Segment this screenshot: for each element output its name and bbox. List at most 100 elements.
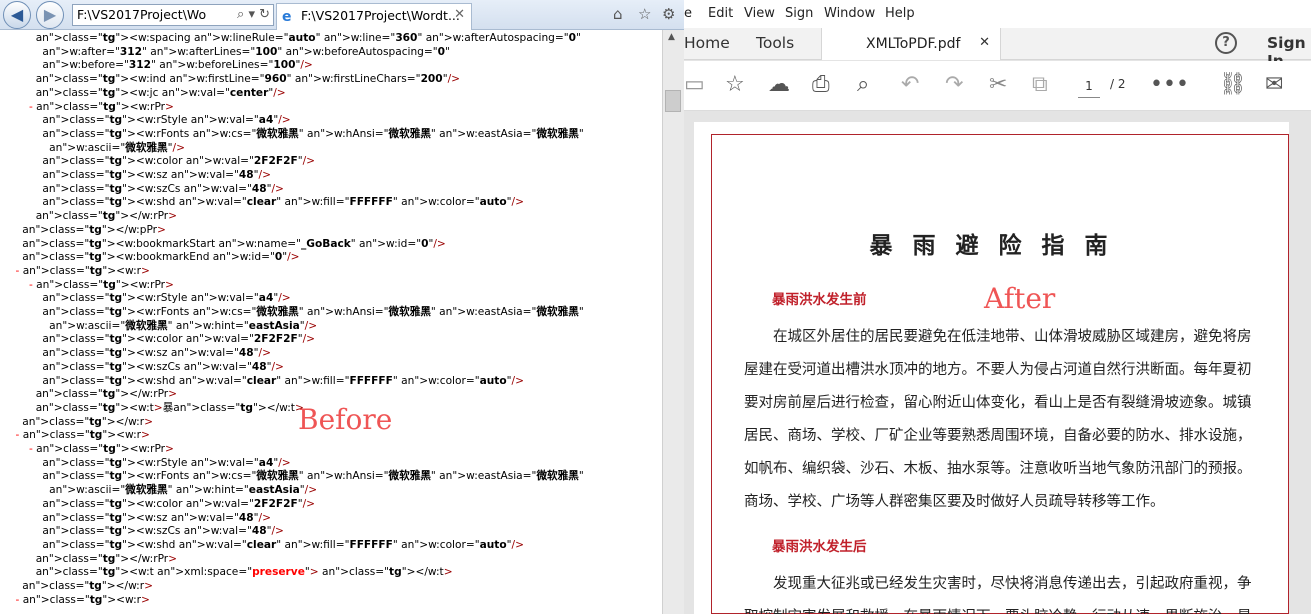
xml-line: an">class="tg"></w:rPr> [35, 388, 178, 401]
print-icon[interactable]: ⎙ [812, 71, 830, 99]
after-annotation: After [984, 282, 1056, 315]
xml-line: - an">class="tg"><w:rPr> [28, 278, 174, 291]
xml-line: an">class="tg"></w:rPr> [35, 210, 178, 223]
close-document-icon[interactable]: ✕ [979, 35, 990, 50]
forward-arrow-icon[interactable]: ▶ [36, 1, 64, 29]
xml-line: - an">class="tg"><w:r> [15, 429, 150, 442]
paragraph-line: 要对房前屋后进行检查，留心附近山体变化，看山上是否有裂缝滑坡迹象。城镇 [744, 395, 1252, 411]
xml-line: an">class="tg"><w:ind an">w:firstLine="9… [35, 73, 461, 86]
paragraph-line: 屋建在受河道出槽洪水顶冲的地方。不要人为侵占河道自然行洪断面。每年夏初 [744, 362, 1252, 378]
paragraph-line: 商场、学校、广场等人群密集区要及时做好人员疏导转移等工作。 [744, 494, 1165, 510]
page-total: / 2 [1110, 77, 1126, 91]
xml-line: - an">class="tg"><w:r> [15, 593, 150, 606]
xml-line: an">class="tg"><w:shd an">w:val="clear" … [42, 374, 524, 387]
address-controls[interactable]: ⌕ ▾ ↻ [237, 7, 270, 22]
xml-line: an">w:ascii="微软雅黑" an">w:hint="eastAsia"… [49, 319, 318, 332]
tab-document[interactable]: XMLToPDF.pdf ✕ [821, 28, 1001, 60]
xml-line: an">class="tg"><w:rFonts an">w:cs="微软雅黑"… [42, 306, 584, 318]
heading-before-flood: 暴雨洪水发生前 [772, 292, 867, 308]
xml-line: an">class="tg"></w:rPr> [35, 552, 178, 565]
xml-line: an">w:ascii="微软雅黑"/> [49, 141, 185, 154]
paragraph-line: 发现重大征兆或已经发生灾害时，尽快将消息传递出去，引起政府重视，争 [744, 576, 1252, 592]
link-icon[interactable]: ⛓ [1219, 71, 1247, 99]
help-icon[interactable]: ? [1215, 32, 1237, 54]
xml-line: - an">class="tg"><w:rPr> [28, 443, 174, 455]
address-text: F:\VS2017Project\Wo [77, 7, 207, 22]
xml-line: an">class="tg"><w:bookmarkStart an">w:na… [22, 237, 446, 250]
xml-line: an">class="tg"><w:rStyle an">w:val="a4"/… [42, 292, 291, 305]
tab-home[interactable]: Home [684, 34, 730, 52]
undo-icon[interactable]: ↶ [901, 71, 919, 99]
xml-line: an">class="tg"><w:jc an">w:val="center"/… [35, 86, 286, 99]
xml-line: an">class="tg"><w:szCs an">w:val="48"/> [42, 525, 284, 538]
bookmark-star-icon[interactable]: ☆ [725, 71, 745, 99]
xml-line: an">w:after="312" an">w:afterLines="100"… [42, 45, 450, 58]
upload-cloud-icon[interactable]: ☁ [768, 71, 790, 99]
paragraph-line: 如帆布、编织袋、沙石、木板、抽水泵等。注意收听当地气象防汛部门的预报。 [744, 461, 1252, 477]
address-bar[interactable]: F:\VS2017Project\Wo ⌕ ▾ ↻ [72, 4, 274, 26]
paragraph-line: 在城区外居住的居民要避免在低洼地带、山体滑坡威胁区域建房，避免将房 [744, 329, 1252, 345]
xml-line: - an">class="tg"><w:r> [15, 264, 150, 277]
menu-item-help[interactable]: Help [885, 6, 915, 21]
copy-icon[interactable]: ⧉ [1032, 71, 1048, 99]
xml-line: an">class="tg"><w:szCs an">w:val="48"/> [42, 360, 284, 373]
document-tab-title: XMLToPDF.pdf [866, 36, 961, 52]
menu-bar: e Edit View Sign Window Help [684, 0, 1311, 28]
ie-toolbar: ◀ ▶ F:\VS2017Project\Wo ⌕ ▾ ↻ e F:\VS201… [0, 0, 684, 30]
xml-line: an">class="tg"><w:rStyle an">w:val="a4"/… [42, 114, 291, 127]
ie-tab-title: F:\VS2017Project\Wordt... [301, 8, 460, 23]
pdf-title: 暴 雨 避 险 指 南 [869, 233, 1114, 259]
xml-line: an">class="tg"><w:shd an">w:val="clear" … [42, 196, 524, 209]
favorites-star-icon[interactable]: ☆ [638, 5, 651, 23]
xml-line: an">w:ascii="微软雅黑" an">w:hint="eastAsia"… [49, 484, 318, 497]
heading-after-flood: 暴雨洪水发生后 [772, 539, 867, 555]
vertical-scrollbar[interactable]: ▲ [662, 30, 684, 614]
paragraph-line: 取控制灾害发展和救援。在暴雨情况下，要头脑冷静，行动从速，果断施治，是 [744, 601, 1264, 614]
redo-icon[interactable]: ↷ [945, 71, 963, 99]
save-icon[interactable]: ▭ [684, 71, 705, 99]
ie-window: ◀ ▶ F:\VS2017Project\Wo ⌕ ▾ ↻ e F:\VS201… [0, 0, 684, 614]
xml-line: an">class="tg"><w:bookmarkEnd an">w:id="… [22, 251, 300, 264]
xml-line: an">class="tg"><w:color an">w:val="2F2F2… [42, 333, 316, 346]
reader-toolbar: ▭ ☆ ☁ ⎙ ⌕ ↶ ↷ ✂ ⧉ 1 / 2 ••• ⛓ ✉ [684, 61, 1311, 111]
tab-bar: Home Tools XMLToPDF.pdf ✕ ? Sign In [684, 28, 1311, 70]
xml-line: an">class="tg"><w:t an">xml:space="prese… [35, 566, 453, 579]
menu-item-view[interactable]: View [744, 6, 775, 21]
more-options-icon[interactable]: ••• [1150, 71, 1189, 99]
ie-logo-icon: e [282, 9, 292, 25]
home-icon[interactable]: ⌂ [613, 5, 623, 23]
zoom-search-icon[interactable]: ⌕ [857, 71, 869, 99]
menu-item-edit[interactable]: Edit [708, 6, 733, 21]
menu-item-sign[interactable]: Sign [785, 6, 813, 21]
xml-line: an">class="tg"><w:sz an">w:val="48"/> [42, 511, 271, 524]
paragraph-line: 居民、商场、学校、厂矿企业等要熟悉周围环境，自备必要的防水、排水设施， [744, 428, 1252, 444]
close-tab-icon[interactable]: ✕ [454, 7, 465, 22]
xml-line: an">class="tg"><w:spacing an">w:lineRule… [35, 32, 581, 44]
ie-active-tab[interactable]: e F:\VS2017Project\Wordt... ✕ [276, 3, 472, 30]
scissors-icon[interactable]: ✂ [989, 71, 1007, 99]
xml-line: - an">class="tg"><w:rPr> [28, 100, 174, 113]
menu-item-file-partial[interactable]: e [684, 6, 692, 21]
xml-line: an">class="tg"><w:color an">w:val="2F2F2… [42, 497, 316, 510]
pdf-reader-window: e Edit View Sign Window Help Home Tools … [684, 0, 1311, 614]
gear-icon[interactable]: ⚙ [662, 5, 675, 23]
before-annotation: Before [298, 403, 393, 436]
pdf-page: 暴 雨 避 险 指 南 暴雨洪水发生前 在城区外居住的居民要避免在低洼地带、山体… [694, 122, 1289, 614]
back-arrow-icon[interactable]: ◀ [3, 1, 31, 29]
xml-line: an">class="tg"></w:r> [22, 415, 153, 428]
xml-line: an">class="tg"></w:pPr> [22, 223, 166, 236]
page-number-input[interactable]: 1 [1078, 76, 1100, 98]
xml-document-view: an">class="tg"><w:spacing an">w:lineRule… [0, 30, 662, 614]
xml-line: an">class="tg"><w:sz an">w:val="48"/> [42, 347, 271, 360]
xml-line: an">class="tg"><w:color an">w:val="2F2F2… [42, 155, 316, 168]
xml-line: an">class="tg"><w:sz an">w:val="48"/> [42, 169, 271, 181]
xml-line: an">w:before="312" an">w:beforeLines="10… [42, 59, 313, 72]
xml-line: an">class="tg"><w:rFonts an">w:cs="微软雅黑"… [42, 127, 584, 140]
scroll-up-icon[interactable]: ▲ [668, 32, 675, 42]
menu-item-window[interactable]: Window [824, 6, 875, 21]
email-icon[interactable]: ✉ [1265, 71, 1283, 99]
scrollbar-thumb[interactable] [665, 90, 681, 112]
xml-line: an">class="tg"></w:r> [22, 580, 153, 592]
tab-tools[interactable]: Tools [756, 34, 794, 52]
xml-line: an">class="tg"><w:szCs an">w:val="48"/> [42, 182, 284, 195]
